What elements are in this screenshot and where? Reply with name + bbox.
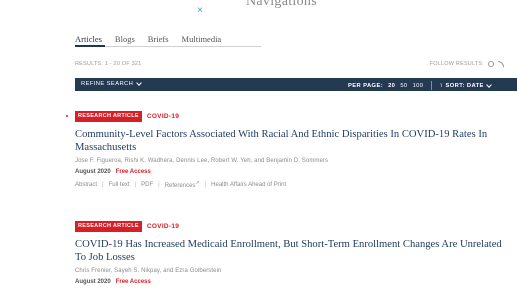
chevron-down-icon — [136, 80, 143, 86]
refine-search-label: REFINE SEARCH — [81, 81, 134, 87]
rss-icon[interactable] — [498, 61, 504, 67]
results-summary: RESULTS: 1 - 20 OF 321 — [75, 61, 142, 67]
access-badge: Free Access — [115, 169, 151, 175]
topic-tag[interactable]: COVID-19 — [147, 223, 179, 230]
article-badges: RESEARCH ARTICLE COVID-19 — [75, 221, 517, 232]
link-separator: | — [134, 181, 137, 188]
site-title: Navigations — [246, 0, 317, 9]
article-item: RESEARCH ARTICLE COVID-19 COVID-19 Has I… — [75, 221, 517, 285]
article-badges: RESEARCH ARTICLE COVID-19 — [75, 111, 517, 122]
article-authors: Chris Frenier, Sayeh S. Nikpay, and Ezra… — [75, 268, 222, 274]
chevron-down-icon — [485, 81, 492, 88]
follow-results-label: FOLLOW RESULTS: — [429, 61, 484, 67]
article-date: August 2020 — [75, 169, 111, 175]
link-separator: | — [102, 181, 104, 188]
sort-dropdown[interactable]: \ SORT: DATE — [440, 81, 492, 89]
sort-label: SORT: DATE — [445, 82, 484, 89]
browser-frame: × Navigations Articles Blogs Briefs Mult… — [0, 0, 517, 297]
abstract-link[interactable]: Abstract — [75, 182, 97, 188]
per-page-label: PER PAGE: — [348, 82, 384, 89]
close-icon[interactable]: × — [197, 6, 203, 16]
article-title-link[interactable]: COVID-19 Has Increased Medicaid Enrollme… — [75, 238, 515, 264]
sort-separator-icon: \ — [440, 82, 443, 89]
article-title-link[interactable]: Community-Level Factors Associated With … — [75, 128, 515, 154]
share-icon[interactable] — [488, 61, 494, 67]
article-meta: August 2020 Free Access — [75, 169, 517, 175]
results-row: RESULTS: 1 - 20 OF 321 FOLLOW RESULTS: — [75, 61, 517, 71]
active-tab-indicator — [75, 45, 105, 47]
article-meta: August 2020 Free Access — [75, 279, 517, 285]
external-link-icon: ↗ — [195, 180, 200, 186]
article-links: Abstract | Full text | PDF | References↗… — [75, 180, 517, 189]
results-toolbar: REFINE SEARCH PER PAGE: 20 50 100 \ SORT… — [75, 78, 517, 91]
article-authors: Jose F. Figueroa, Rishi K. Wadhera, Denn… — [75, 158, 329, 164]
pdf-link[interactable]: PDF — [141, 182, 153, 188]
access-badge: Free Access — [115, 279, 151, 285]
link-separator: | — [158, 181, 160, 188]
article-item: RESEARCH ARTICLE COVID-19 Community-Leve… — [66, 111, 517, 189]
article-type-badge: RESEARCH ARTICLE — [75, 221, 142, 232]
full-text-link[interactable]: Full text — [109, 182, 130, 188]
site-header: × Navigations — [0, 0, 517, 20]
references-label: References — [164, 183, 196, 189]
per-page-option-50[interactable]: 50 — [400, 83, 407, 89]
references-link[interactable]: References↗ — [165, 180, 200, 189]
refine-search-button[interactable]: REFINE SEARCH — [81, 80, 143, 87]
bullet-dot-icon — [66, 115, 68, 117]
article-date: August 2020 — [75, 279, 111, 285]
link-separator: | — [204, 181, 207, 188]
per-page-controls: PER PAGE: 20 50 100 \ SORT: DATE — [348, 81, 492, 90]
per-page-option-100[interactable]: 100 — [413, 83, 424, 89]
journal-section-link[interactable]: Health Affairs Ahead of Print — [211, 182, 286, 188]
topic-tag[interactable]: COVID-19 — [147, 113, 179, 120]
article-type-badge: RESEARCH ARTICLE — [75, 111, 142, 122]
per-page-option-20[interactable]: 20 — [388, 83, 395, 89]
follow-results: FOLLOW RESULTS: — [430, 61, 504, 67]
toolbar-divider — [431, 81, 433, 90]
